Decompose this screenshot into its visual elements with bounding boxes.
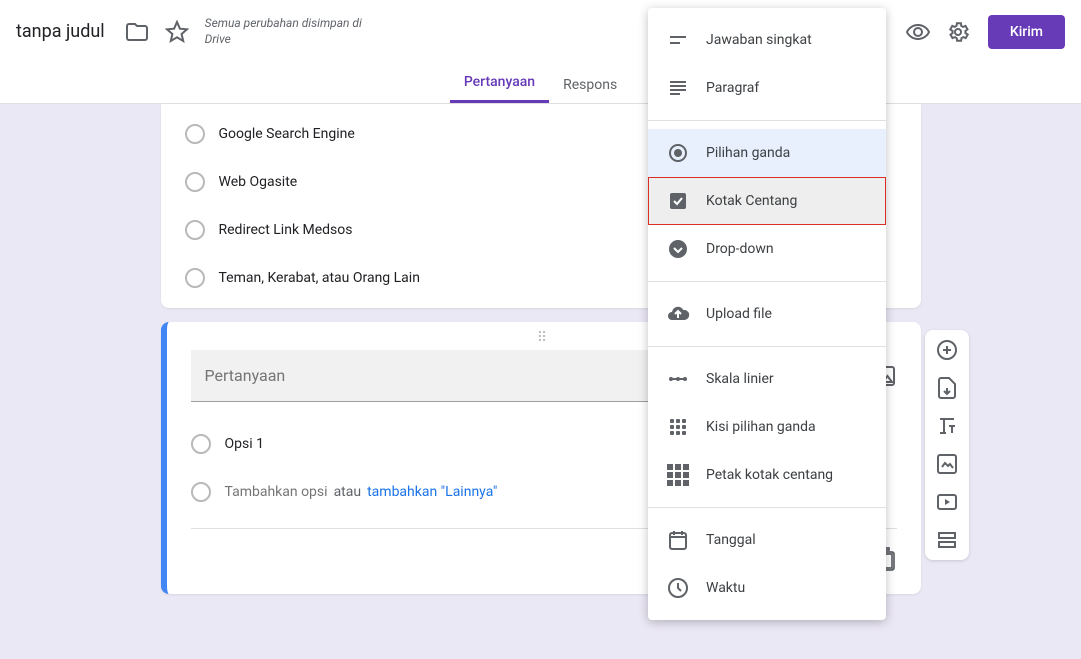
short-answer-icon — [666, 28, 690, 52]
dropdown-label: Drop-down — [706, 241, 774, 257]
dropdown-label: Paragraf — [706, 80, 759, 96]
upload-icon — [666, 302, 690, 326]
dropdown-label: Kisi pilihan ganda — [706, 419, 816, 435]
add-section-icon[interactable] — [935, 528, 959, 552]
import-questions-icon[interactable] — [935, 376, 959, 400]
calendar-icon — [666, 528, 690, 552]
type-time[interactable]: Waktu — [648, 564, 886, 612]
dropdown-label: Upload file — [706, 306, 772, 322]
tabs-bar: Pertanyaan Respons — [0, 64, 1081, 104]
type-file-upload[interactable]: Upload file — [648, 290, 886, 338]
radio-icon — [185, 268, 205, 288]
radio-icon — [185, 220, 205, 240]
dropdown-label: Petak kotak centang — [706, 467, 833, 483]
dropdown-label: Jawaban singkat — [706, 32, 812, 48]
add-title-icon[interactable] — [935, 414, 959, 438]
cb-grid-icon — [666, 463, 690, 487]
checkbox-icon — [666, 189, 690, 213]
or-text: atau — [334, 484, 362, 500]
dropdown-label: Tanggal — [706, 532, 756, 548]
add-other-button[interactable]: tambahkan "Lainnya" — [367, 484, 497, 500]
save-status: Semua perubahan disimpan di Drive — [205, 16, 385, 47]
dropdown-icon — [666, 237, 690, 261]
type-dropdown[interactable]: Drop-down — [648, 225, 886, 273]
type-cb-grid[interactable]: Petak kotak centang — [648, 451, 886, 499]
option-label: Google Search Engine — [219, 126, 355, 142]
radio-icon — [191, 434, 211, 454]
header-bar: tanpa judul Semua perubahan disimpan di … — [0, 0, 1081, 64]
tab-questions[interactable]: Pertanyaan — [450, 64, 549, 103]
option-label: Redirect Link Medsos — [219, 222, 353, 238]
type-short-answer[interactable]: Jawaban singkat — [648, 16, 886, 64]
option-label: Teman, Kerabat, atau Orang Lain — [219, 270, 420, 286]
question-type-dropdown: Jawaban singkat Paragraf Pilihan ganda K… — [648, 8, 886, 620]
type-multiple-choice[interactable]: Pilihan ganda — [648, 129, 886, 177]
settings-icon[interactable] — [946, 20, 970, 44]
side-toolbar — [925, 330, 969, 560]
option-label[interactable]: Opsi 1 — [225, 436, 264, 452]
add-option-button[interactable]: Tambahkan opsi — [225, 484, 328, 500]
folder-icon[interactable] — [125, 20, 149, 44]
tab-responses[interactable]: Respons — [549, 67, 631, 103]
canvas: Google Search Engine Web Ogasite Redirec… — [0, 104, 1081, 659]
dropdown-label: Waktu — [706, 580, 745, 596]
clock-icon — [666, 576, 690, 600]
form-title[interactable]: tanpa judul — [16, 21, 105, 42]
add-question-icon[interactable] — [935, 338, 959, 362]
preview-icon[interactable] — [906, 20, 930, 44]
radio-icon — [191, 482, 211, 502]
type-date[interactable]: Tanggal — [648, 516, 886, 564]
dropdown-separator — [648, 281, 886, 282]
send-button[interactable]: Kirim — [988, 15, 1065, 49]
add-video-icon[interactable] — [935, 490, 959, 514]
dropdown-separator — [648, 346, 886, 347]
linear-scale-icon — [666, 367, 690, 391]
add-image-icon[interactable] — [935, 452, 959, 476]
dropdown-label: Kotak Centang — [706, 193, 797, 209]
dropdown-separator — [648, 120, 886, 121]
star-icon[interactable] — [165, 20, 189, 44]
type-linear-scale[interactable]: Skala linier — [648, 355, 886, 403]
radio-icon — [185, 124, 205, 144]
option-label: Web Ogasite — [219, 174, 298, 190]
type-mc-grid[interactable]: Kisi pilihan ganda — [648, 403, 886, 451]
type-paragraph[interactable]: Paragraf — [648, 64, 886, 112]
paragraph-icon — [666, 76, 690, 100]
dropdown-label: Skala linier — [706, 371, 774, 387]
radio-icon — [185, 172, 205, 192]
radio-selected-icon — [666, 141, 690, 165]
mc-grid-icon — [666, 415, 690, 439]
type-checkboxes[interactable]: Kotak Centang — [648, 177, 886, 225]
dropdown-separator — [648, 507, 886, 508]
dropdown-label: Pilihan ganda — [706, 145, 790, 161]
